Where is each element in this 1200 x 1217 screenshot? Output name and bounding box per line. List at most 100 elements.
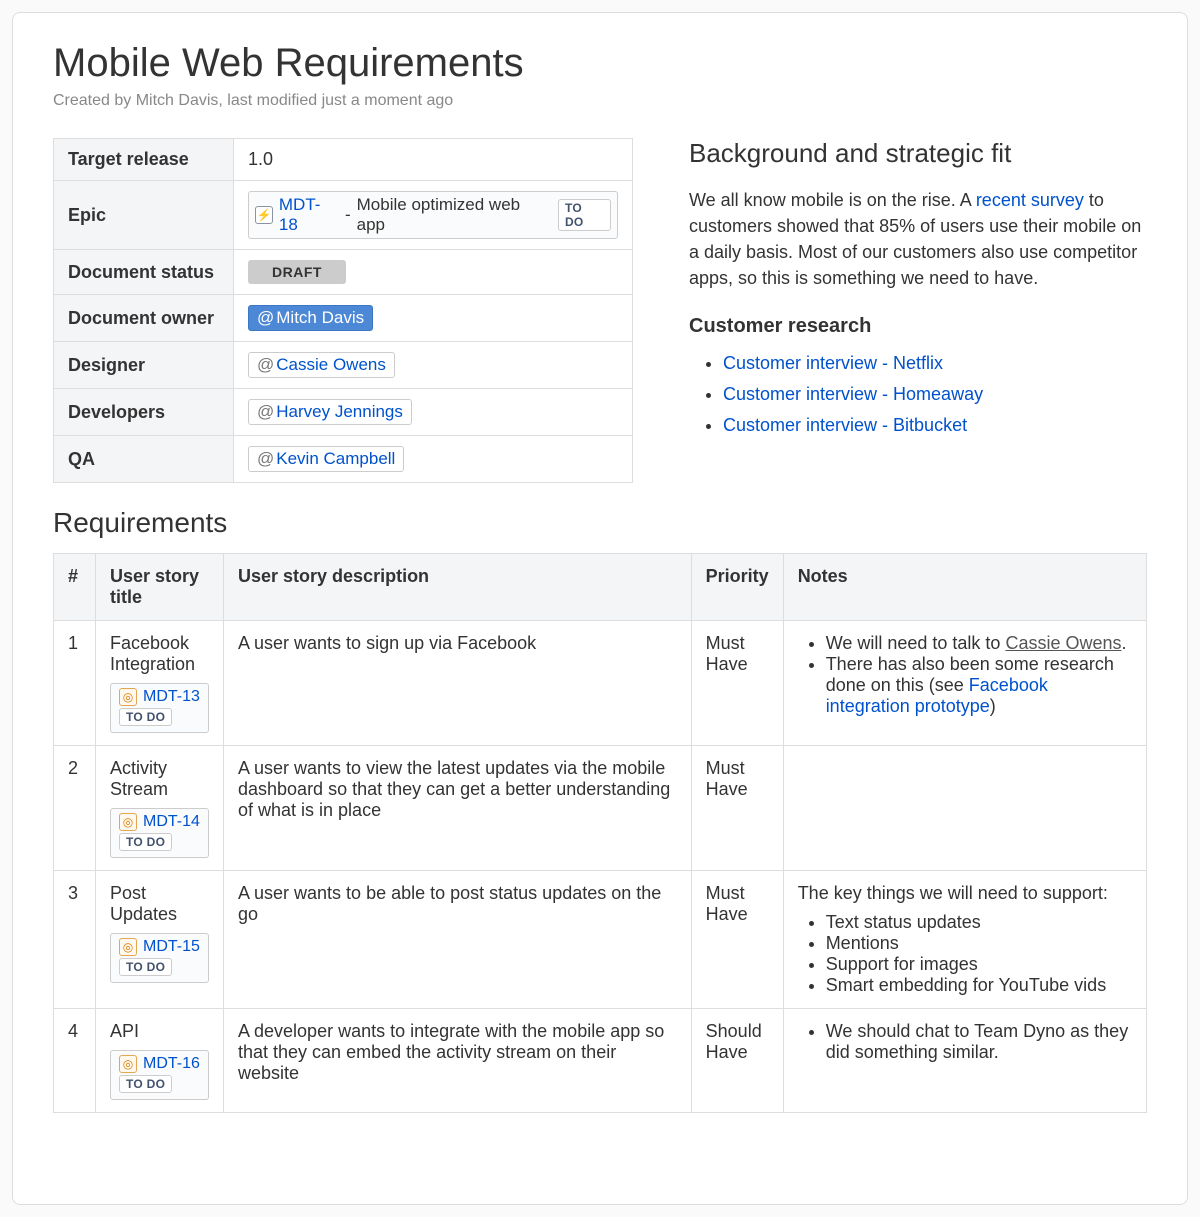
row-title-cell: Post Updates ◎ MDT-15 TO DO <box>96 871 224 1009</box>
issue-link[interactable]: MDT-18 <box>279 195 339 235</box>
research-link[interactable]: Customer interview - Bitbucket <box>723 415 967 435</box>
story-title: Activity Stream <box>110 758 209 800</box>
byline: Created by Mitch Davis, last modified ju… <box>53 92 1147 110</box>
meta-value: 1.0 <box>234 139 633 181</box>
issue-link[interactable]: MDT-16 <box>143 1055 200 1073</box>
at-icon: @ <box>257 355 274 375</box>
issue-chip-epic[interactable]: ⚡ MDT-18 - Mobile optimized web app TO D… <box>248 191 618 239</box>
dash: - <box>345 205 351 225</box>
row-title-cell: Activity Stream ◎ MDT-14 TO DO <box>96 746 224 871</box>
mention-name: Mitch Davis <box>276 308 364 328</box>
status-lozenge: TO DO <box>558 199 611 231</box>
research-item: Customer interview - Homeaway <box>723 379 1147 410</box>
note-mention-link[interactable]: Cassie Owens <box>1005 633 1121 653</box>
row-desc: A user wants to view the latest updates … <box>224 746 692 871</box>
table-row: 4 API ◎ MDT-16 TO DO A developer wants t… <box>54 1009 1147 1113</box>
mention-designer[interactable]: @Cassie Owens <box>248 352 395 378</box>
meta-label: Developers <box>54 389 234 436</box>
note-pre: We will need to talk to <box>826 633 1006 653</box>
meta-row-document-status: Document status DRAFT <box>54 250 633 295</box>
row-num: 1 <box>54 621 96 746</box>
col-header-priority: Priority <box>691 554 783 621</box>
row-priority: Must Have <box>691 621 783 746</box>
meta-value: DRAFT <box>234 250 633 295</box>
requirements-heading: Requirements <box>53 507 1147 539</box>
row-notes: We will need to talk to Cassie Owens. Th… <box>783 621 1146 746</box>
issue-link[interactable]: MDT-15 <box>143 938 200 956</box>
story-icon: ◎ <box>119 1055 137 1073</box>
meta-label: Target release <box>54 139 234 181</box>
issue-link[interactable]: MDT-14 <box>143 813 200 831</box>
meta-label: Epic <box>54 181 234 250</box>
meta-value: ⚡ MDT-18 - Mobile optimized web app TO D… <box>234 181 633 250</box>
research-list: Customer interview - Netflix Customer in… <box>689 348 1147 440</box>
mention-name: Cassie Owens <box>276 355 386 375</box>
meta-row-developers: Developers @Harvey Jennings <box>54 389 633 436</box>
research-heading: Customer research <box>689 315 1147 338</box>
meta-row-document-owner: Document owner @Mitch Davis <box>54 295 633 342</box>
note-item: Smart embedding for YouTube vids <box>826 975 1132 996</box>
meta-value: @Harvey Jennings <box>234 389 633 436</box>
issue-chip-story[interactable]: ◎ MDT-16 TO DO <box>110 1050 209 1100</box>
meta-row-qa: QA @Kevin Campbell <box>54 436 633 483</box>
story-icon: ◎ <box>119 688 137 706</box>
meta-value: @Kevin Campbell <box>234 436 633 483</box>
meta-label: Designer <box>54 342 234 389</box>
row-notes <box>783 746 1146 871</box>
story-icon: ◎ <box>119 813 137 831</box>
story-title: Post Updates <box>110 883 209 925</box>
row-num: 3 <box>54 871 96 1009</box>
meta-label: Document status <box>54 250 234 295</box>
row-num: 2 <box>54 746 96 871</box>
page-title: Mobile Web Requirements <box>53 41 1147 86</box>
meta-value: @Mitch Davis <box>234 295 633 342</box>
research-link[interactable]: Customer interview - Homeaway <box>723 384 983 404</box>
meta-label: QA <box>54 436 234 483</box>
notes-intro: The key things we will need to support: <box>798 883 1132 904</box>
status-lozenge: TO DO <box>119 833 172 851</box>
note-post: ) <box>990 696 996 716</box>
issue-link[interactable]: MDT-13 <box>143 688 200 706</box>
issue-summary: Mobile optimized web app <box>357 195 552 235</box>
meta-row-target-release: Target release 1.0 <box>54 139 633 181</box>
col-header-num: # <box>54 554 96 621</box>
status-lozenge: TO DO <box>119 708 172 726</box>
row-priority: Must Have <box>691 871 783 1009</box>
research-item: Customer interview - Bitbucket <box>723 410 1147 441</box>
requirements-header-row: # User story title User story descriptio… <box>54 554 1147 621</box>
col-header-desc: User story description <box>224 554 692 621</box>
row-priority: Should Have <box>691 1009 783 1113</box>
meta-value: @Cassie Owens <box>234 342 633 389</box>
issue-chip-story[interactable]: ◎ MDT-14 TO DO <box>110 808 209 858</box>
meta-row-epic: Epic ⚡ MDT-18 - Mobile optimized web app… <box>54 181 633 250</box>
row-desc: A user wants to sign up via Facebook <box>224 621 692 746</box>
row-notes: We should chat to Team Dyno as they did … <box>783 1009 1146 1113</box>
metadata-table: Target release 1.0 Epic ⚡ MDT-18 - Mobil… <box>53 138 633 483</box>
note-item: Mentions <box>826 933 1132 954</box>
at-icon: @ <box>257 308 274 328</box>
mention-developer[interactable]: @Harvey Jennings <box>248 399 412 425</box>
background-paragraph: We all know mobile is on the rise. A rec… <box>689 187 1147 291</box>
row-priority: Must Have <box>691 746 783 871</box>
document-page: Mobile Web Requirements Created by Mitch… <box>12 12 1188 1205</box>
epic-icon: ⚡ <box>255 206 273 224</box>
row-desc: A developer wants to integrate with the … <box>224 1009 692 1113</box>
byline-prefix: Created by <box>53 92 136 109</box>
issue-chip-story[interactable]: ◎ MDT-13 TO DO <box>110 683 209 733</box>
status-lozenge: TO DO <box>119 1075 172 1093</box>
row-notes: The key things we will need to support: … <box>783 871 1146 1009</box>
byline-suffix: , last modified just a moment ago <box>218 92 453 109</box>
mention-name: Harvey Jennings <box>276 402 403 422</box>
story-title: API <box>110 1021 209 1042</box>
mention-owner[interactable]: @Mitch Davis <box>248 305 373 331</box>
recent-survey-link[interactable]: recent survey <box>976 190 1084 210</box>
issue-chip-story[interactable]: ◎ MDT-15 TO DO <box>110 933 209 983</box>
research-item: Customer interview - Netflix <box>723 348 1147 379</box>
mention-name: Kevin Campbell <box>276 449 395 469</box>
meta-row-designer: Designer @Cassie Owens <box>54 342 633 389</box>
table-row: 1 Facebook Integration ◎ MDT-13 TO DO A … <box>54 621 1147 746</box>
byline-author: Mitch Davis <box>136 92 219 109</box>
mention-qa[interactable]: @Kevin Campbell <box>248 446 404 472</box>
row-title-cell: Facebook Integration ◎ MDT-13 TO DO <box>96 621 224 746</box>
research-link[interactable]: Customer interview - Netflix <box>723 353 943 373</box>
